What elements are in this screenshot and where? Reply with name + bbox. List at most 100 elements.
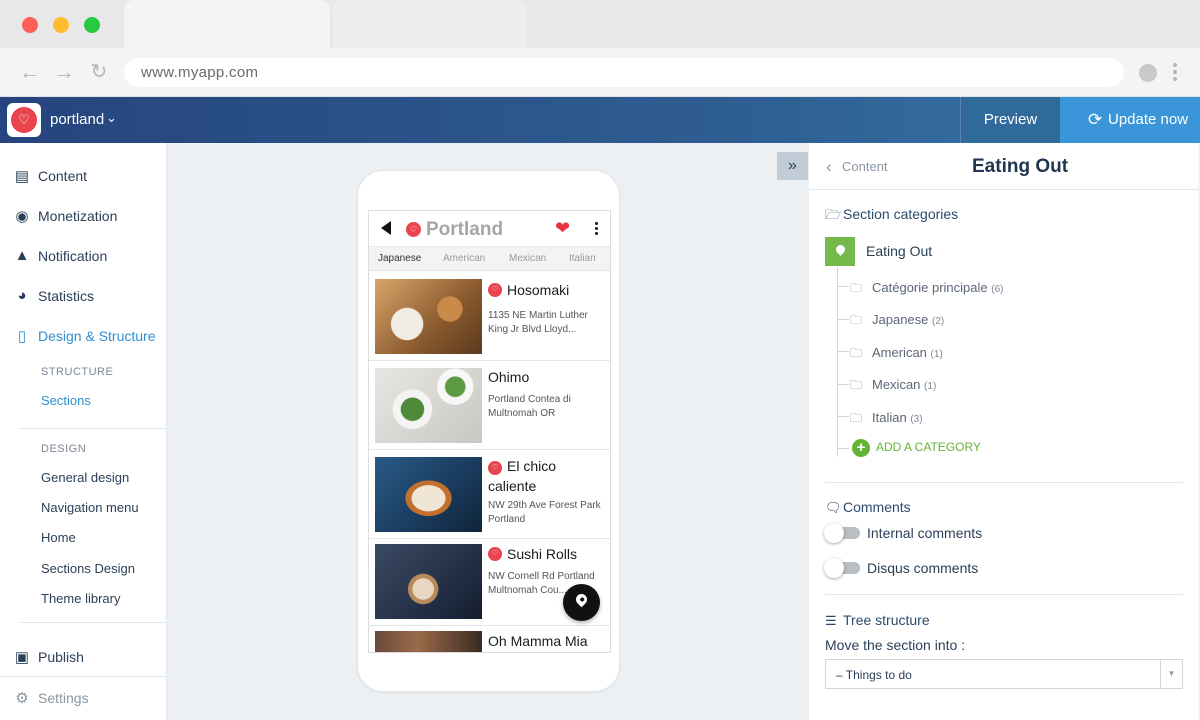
tree-line [837,416,849,417]
section-categories-heading: 🗁 Section categories [825,206,958,228]
sidebar-item-label: Settings [38,690,89,706]
back-to-content-link[interactable]: Content [842,159,888,174]
sidebar-item-publish[interactable]: ▣ Publish [0,642,166,672]
toggle-knob [824,558,844,578]
internal-comments-label: Internal comments [867,525,983,541]
map-button[interactable] [563,584,600,621]
back-icon[interactable] [381,221,391,235]
list-item[interactable]: ♡ El chico caliente NW 29th Ave Forest P… [369,450,610,539]
sidebar-subitem-navigation-menu[interactable]: Navigation menu [41,500,139,515]
sidebar-item-content[interactable]: ▤ Content [0,161,166,191]
close-window-button[interactable] [22,17,38,33]
section-categories-label: Section categories [843,206,959,222]
disqus-comments-label: Disqus comments [867,560,979,576]
sidebar-item-notification[interactable]: ▲ Notification [0,241,166,271]
more-vertical-icon[interactable] [595,222,599,237]
move-section-select[interactable]: – Things to do ▼ [825,659,1183,689]
internal-comments-toggle[interactable] [824,523,860,543]
collapse-panel-button[interactable]: » [777,152,808,180]
restaurant-photo [375,457,482,532]
list-icon: ☰ [825,613,837,628]
root-category-badge [825,237,855,266]
browser-menu-icon[interactable] [1171,60,1179,86]
category-item[interactable]: 🗀 American (1) [850,344,943,365]
category-count: (1) [930,349,943,360]
maximize-window-button[interactable] [84,17,100,33]
tree-line [837,267,838,457]
minimize-window-button[interactable] [53,17,69,33]
update-now-label: Update now [1108,111,1189,128]
sidebar-item-settings[interactable]: ⚙ Settings [0,683,166,713]
brand-logo-icon: ♡ [488,547,502,561]
phone-title: Portland [426,219,504,240]
category-item[interactable]: 🗀 Catégorie principale (6) [850,279,1003,300]
sidebar-item-design-structure[interactable]: ▯ Design & Structure [0,321,166,351]
plus-icon: + [852,439,870,457]
phone-tab-american[interactable]: American [443,253,485,264]
update-now-button[interactable]: ⟳ Update now [1060,97,1200,143]
list-item[interactable]: Oh Mamma Mia [369,626,610,652]
phone-tab-italian[interactable]: Italian [569,253,596,264]
phone-tab-japanese[interactable]: Japanese [378,253,421,264]
sidebar-subitem-theme-library[interactable]: Theme library [41,591,120,606]
sidebar-divider [0,676,166,677]
phone-category-tabs: Japanese American Mexican Italian [369,247,610,271]
list-item[interactable]: Ohimo Portland Contea di Multnomah OR [369,361,610,450]
document-icon: ▤ [14,168,30,185]
add-category-label: ADD A CATEGORY [876,440,981,455]
browser-tab-active[interactable] [124,0,330,48]
category-label: Japanese [872,312,929,327]
restaurant-name: Ohimo [488,369,530,385]
comments-icon: 🗨 [825,500,842,515]
restaurant-address: Portland Contea di Multnomah OR [488,394,571,419]
mobile-icon: ▯ [17,328,27,345]
folder-icon: 🗀 [850,378,863,392]
chevron-down-icon[interactable]: ⌄ [106,110,117,126]
back-arrow-icon[interactable]: ← [19,60,41,84]
category-item[interactable]: 🗀 Italian (3) [850,409,923,430]
sidebar-item-monetization[interactable]: ◉ Monetization [0,201,166,231]
map-pin-icon [573,591,590,608]
category-count: (3) [910,414,923,425]
address-bar[interactable]: www.myapp.com [124,58,1124,87]
app-switcher-label[interactable]: portland [50,111,104,128]
browser-tab-bar [0,0,1200,48]
app-logo[interactable]: ♡ [7,103,41,137]
category-count: (6) [991,284,1004,295]
tree-line [837,448,849,449]
category-label: American [872,345,927,360]
category-item[interactable]: 🗀 Japanese (2) [850,311,944,332]
sidebar-subitem-home[interactable]: Home [41,530,76,545]
panel-divider [825,482,1183,483]
brand-logo-icon: ♡ [488,283,502,297]
structure-heading: STRUCTURE [41,366,114,378]
forward-arrow-icon[interactable]: → [53,60,75,84]
tree-line [837,286,849,287]
add-category-button[interactable]: + ADD A CATEGORY [852,439,981,457]
category-item[interactable]: 🗀 Mexican (1) [850,376,936,397]
toggle-knob [824,523,844,543]
caret-down-icon: ▼ [1160,660,1182,688]
chevron-left-icon[interactable]: ‹ [826,157,832,177]
profile-icon[interactable] [1139,64,1157,82]
browser-tab-inactive[interactable] [333,0,527,48]
sidebar-subitem-sections-design[interactable]: Sections Design [41,561,135,576]
sidebar-item-label: Notification [38,248,108,264]
panel-header: ‹ Content Eating Out [809,143,1200,190]
sidebar-item-statistics[interactable]: ◕ Statistics [0,281,166,311]
comments-label: Comments [843,499,911,515]
disqus-comments-toggle[interactable] [824,558,860,578]
sidebar-subitem-general-design[interactable]: General design [41,470,129,485]
sidebar-subitem-sections[interactable]: Sections [41,393,91,408]
list-item[interactable]: ♡ Hosomaki 1135 NE Martin Luther King Jr… [369,272,610,361]
heart-icon[interactable]: ❤ [555,218,570,239]
preview-button[interactable]: Preview [960,97,1060,143]
reload-icon[interactable]: ↻ [88,60,110,84]
pie-chart-icon: ◕ [17,287,27,304]
move-section-label: Move the section into : [825,637,966,653]
root-category-label[interactable]: Eating Out [866,243,932,259]
folder-open-icon: 🗁 [825,207,842,222]
brand-logo-icon: ♡ [406,222,421,237]
phone-header: ♡ Portland ❤ [369,211,610,247]
phone-tab-mexican[interactable]: Mexican [509,253,546,264]
